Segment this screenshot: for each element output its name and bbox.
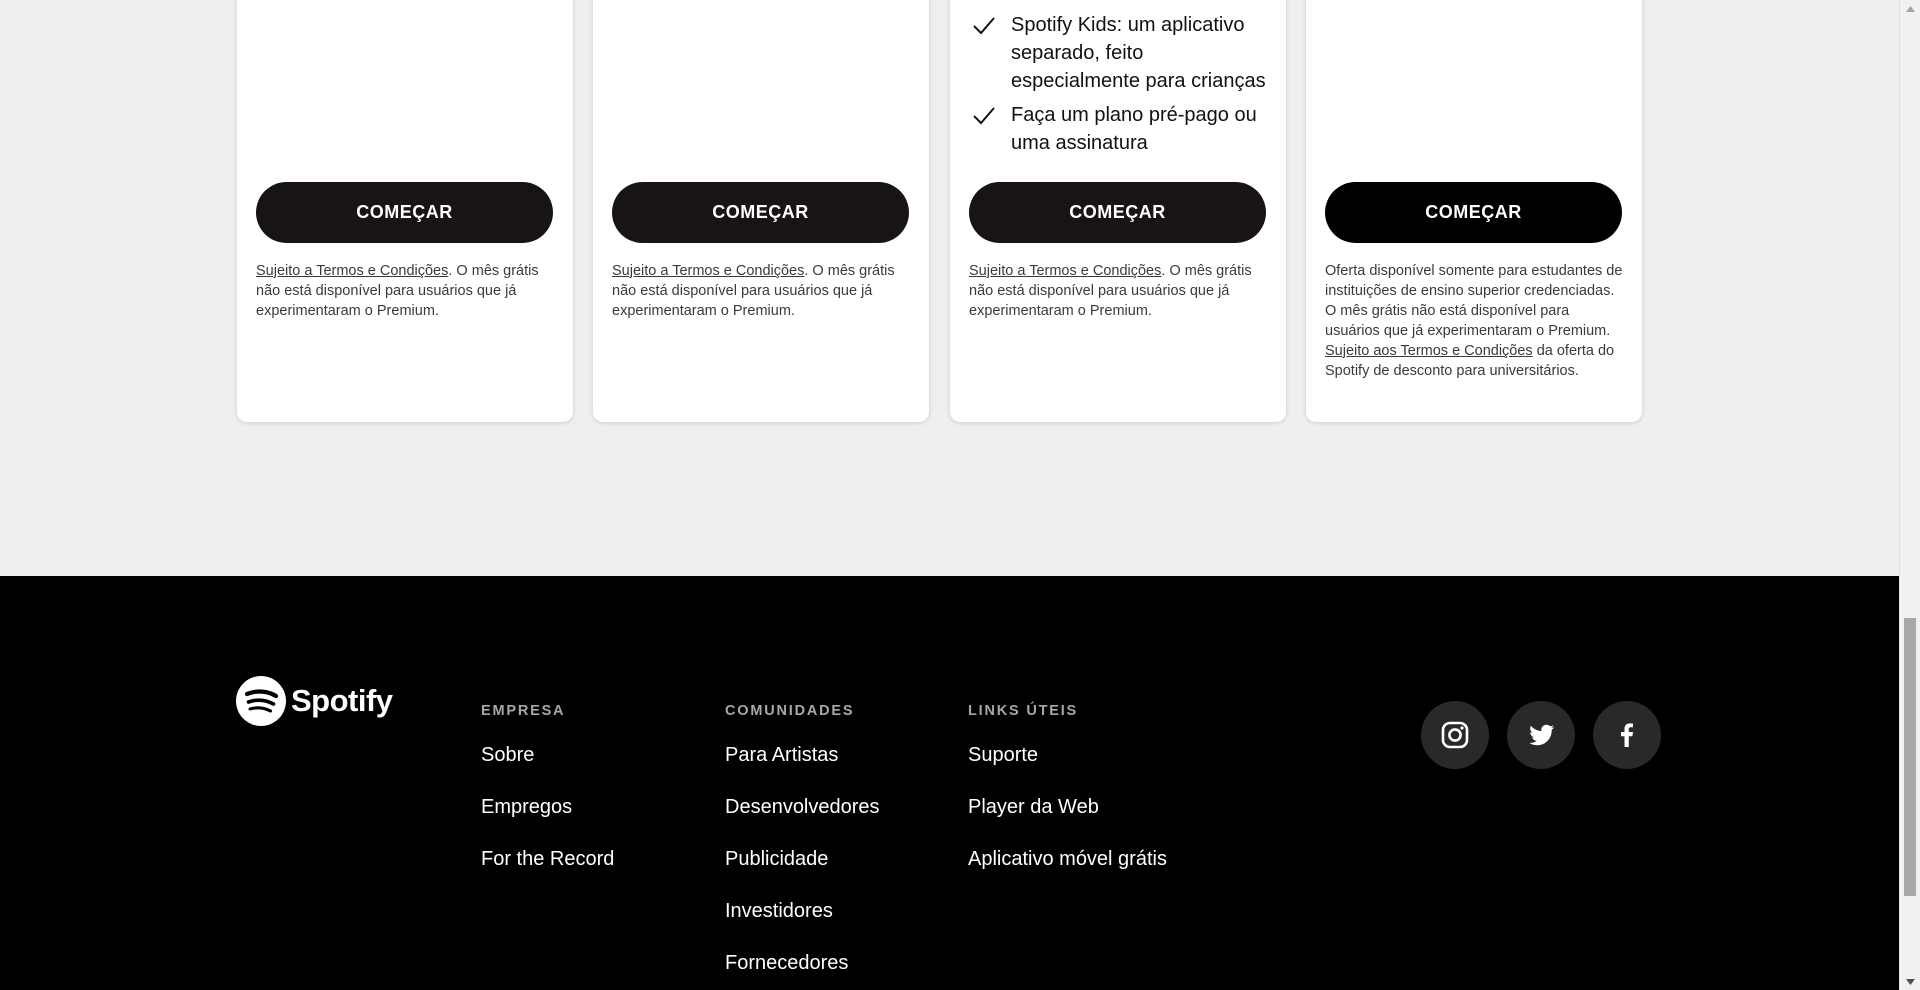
- scrollbar-thumb[interactable]: [1904, 618, 1916, 896]
- start-button[interactable]: COMEÇAR: [1325, 182, 1622, 243]
- facebook-button[interactable]: [1593, 701, 1661, 769]
- instagram-button[interactable]: [1421, 701, 1489, 769]
- footer-link-sobre[interactable]: Sobre: [481, 744, 534, 766]
- spotify-logo[interactable]: Spotify: [236, 676, 393, 726]
- footer-link-artistas[interactable]: Para Artistas: [725, 744, 838, 766]
- terms-link[interactable]: Sujeito aos Termos e Condições: [1325, 343, 1533, 359]
- feature-text: Spotify Kids: um aplicativo separado, fe…: [1011, 14, 1266, 92]
- facebook-icon: [1621, 723, 1633, 747]
- footer-link-publicidade[interactable]: Publicidade: [725, 848, 828, 870]
- footer-link-desenvolvedores[interactable]: Desenvolvedores: [725, 796, 880, 818]
- fine-print: Oferta disponível somente para estudante…: [1325, 261, 1624, 381]
- logo-wordmark: Spotify: [291, 683, 393, 718]
- twitter-button[interactable]: [1507, 701, 1575, 769]
- social-links: [1421, 701, 1661, 769]
- column-heading: LINKS ÚTEIS: [968, 703, 1079, 719]
- footer-link-suporte[interactable]: Suporte: [968, 744, 1038, 766]
- footer-link-fornecedores[interactable]: Fornecedores: [725, 952, 848, 974]
- terms-link[interactable]: Sujeito a Termos e Condições: [612, 263, 804, 279]
- feature-item: Faça um plano pré-pago ou uma assinatura: [969, 101, 1266, 157]
- footer-link-item: Desenvolvedores: [725, 792, 880, 822]
- footer-link-investidores[interactable]: Investidores: [725, 900, 833, 922]
- fine-print: Sujeito a Termos e Condições. O mês grát…: [612, 261, 911, 321]
- terms-link[interactable]: Sujeito a Termos e Condições: [969, 263, 1161, 279]
- fine-print-intro: Oferta disponível somente para estudante…: [1325, 263, 1623, 339]
- feature-list: Spotify Kids: um aplicativo separado, fe…: [969, 11, 1266, 157]
- plan-card: COMEÇAR Sujeito a Termos e Condições. O …: [593, 0, 929, 422]
- instagram-icon: [1441, 721, 1469, 749]
- fine-print: Sujeito a Termos e Condições. O mês grát…: [256, 261, 555, 321]
- column-heading: COMUNIDADES: [725, 703, 855, 719]
- start-button[interactable]: COMEÇAR: [969, 182, 1266, 243]
- twitter-icon: [1529, 724, 1555, 746]
- footer-link-item: Para Artistas: [725, 740, 880, 770]
- terms-link[interactable]: Sujeito a Termos e Condições: [256, 263, 448, 279]
- feature-item: Spotify Kids: um aplicativo separado, fe…: [969, 11, 1266, 95]
- spotify-icon: [236, 676, 286, 726]
- start-button[interactable]: COMEÇAR: [612, 182, 909, 243]
- footer-column-communities: COMUNIDADES Para Artistas Desenvolvedore…: [725, 703, 880, 990]
- footer-link-item: Suporte: [968, 740, 1168, 770]
- footer-link-item: Publicidade: [725, 844, 880, 874]
- plan-card-student: COMEÇAR Oferta disponível somente para e…: [1306, 0, 1642, 422]
- footer-column-company: EMPRESA Sobre Empregos For the Record: [481, 703, 614, 896]
- site-footer: Spotify EMPRESA Sobre Empregos For the R…: [0, 576, 1899, 990]
- footer-link-item: Aplicativo móvel grátis: [968, 844, 1168, 874]
- footer-link-item: Fornecedores: [725, 948, 880, 978]
- column-heading: EMPRESA: [481, 703, 566, 719]
- footer-link-for-the-record[interactable]: For the Record: [481, 848, 614, 870]
- scroll-up-arrow-icon[interactable]: [1900, 0, 1920, 17]
- footer-link-empregos[interactable]: Empregos: [481, 796, 572, 818]
- plan-card-family: Spotify Kids: um aplicativo separado, fe…: [950, 0, 1286, 422]
- check-icon: [973, 17, 995, 35]
- footer-link-item: Empregos: [481, 792, 614, 822]
- footer-column-useful-links: LINKS ÚTEIS Suporte Player da Web Aplica…: [968, 703, 1168, 896]
- plans-section: COMEÇAR Sujeito a Termos e Condições. O …: [0, 0, 1899, 576]
- footer-link-web-player[interactable]: Player da Web: [968, 796, 1099, 818]
- footer-link-item: Sobre: [481, 740, 614, 770]
- vertical-scrollbar[interactable]: [1899, 0, 1920, 990]
- footer-link-item: Investidores: [725, 896, 880, 926]
- feature-text: Faça um plano pré-pago ou uma assinatura: [1011, 104, 1257, 154]
- footer-link-item: For the Record: [481, 844, 614, 874]
- plan-card: COMEÇAR Sujeito a Termos e Condições. O …: [237, 0, 573, 422]
- check-icon: [973, 107, 995, 125]
- footer-link-item: Player da Web: [968, 792, 1168, 822]
- footer-link-mobile-app[interactable]: Aplicativo móvel grátis: [968, 848, 1167, 870]
- scroll-down-arrow-icon[interactable]: [1900, 973, 1920, 990]
- fine-print: Sujeito a Termos e Condições. O mês grát…: [969, 261, 1268, 321]
- start-button[interactable]: COMEÇAR: [256, 182, 553, 243]
